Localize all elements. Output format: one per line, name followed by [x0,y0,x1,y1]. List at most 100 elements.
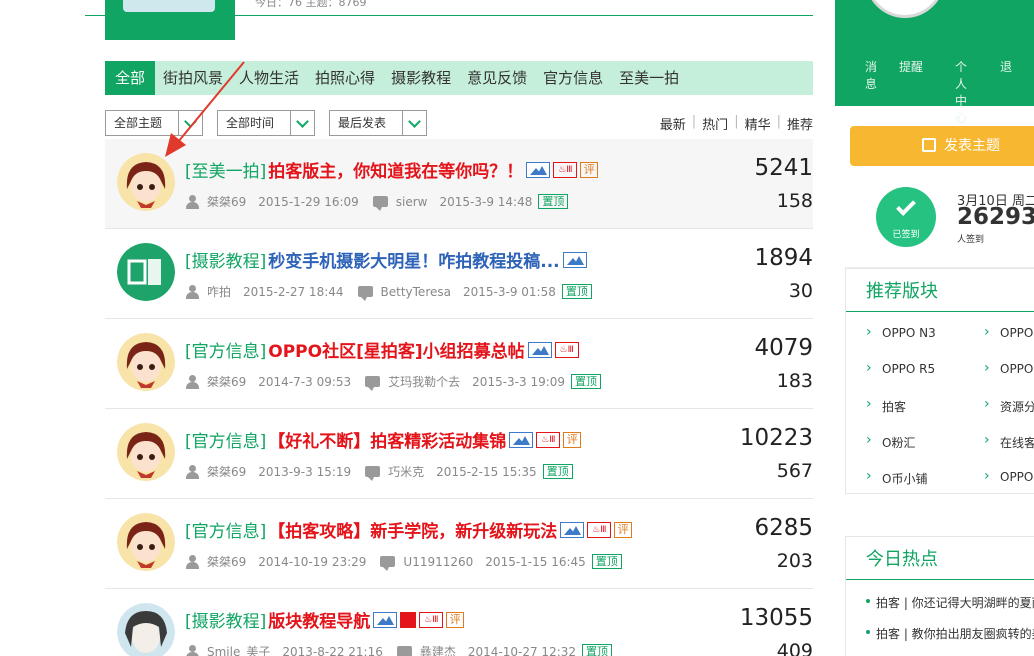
thread-row[interactable]: [摄影教程] 版块教程导航 ♨Ⅲ 评 Smile_美子 2013-8-22 21:16 彝建… [105,589,813,656]
thread-view-count: 6285 [754,515,813,541]
author-avatar[interactable] [117,603,175,656]
thread-last-user-link[interactable]: sierw [396,195,428,209]
thread-author-link[interactable]: 桀桀69 [207,553,246,570]
author-avatar[interactable] [117,153,175,211]
sign-in-box: 已签到 3月10日 周二 26293 人签到 [845,176,1034,268]
recommend-title: 推荐版块 [846,269,1034,312]
thread-row[interactable]: [官方信息] 【拍客攻略】新手学院，新升级新玩法 ♨Ⅲ 评桀桀69 2014-10-19… [105,499,813,589]
thread-last-user-link[interactable]: BettyTeresa [381,285,451,299]
thread-author-link[interactable]: 咋拍 [207,283,231,300]
thread-title-line: [至美一拍] 拍客版主，你知道我在等你吗？！ ♨Ⅲ 评 [185,157,599,182]
thread-last-user-link[interactable]: U11911260 [403,555,473,569]
thread-meta: 桀桀69 2014-7-3 09:53 艾玛我勒个去 2015-3-3 19:09 置顶 [185,373,602,391]
recommend-board-link[interactable]: OPPO R5 [866,360,935,376]
recommend-list: OPPO N3 OPPO OPPO R5 OPPO 拍客 资源分 O粉汇 在线客 O币小铺 OPP… [846,312,1034,486]
image-icon [373,611,398,628]
thread-last-time: 2015-3-9 14:48 [439,194,533,209]
hot-icon: ♨Ⅲ [554,341,579,358]
hot-panel: 今日热点 拍客 | 你还记得大明湖畔的夏雨 拍客 | 教你拍出朋友圈疯转的美 [845,536,1034,656]
recommend-board-link[interactable]: OPPO N3 [866,324,936,340]
thread-title-link[interactable]: 【好礼不断】拍客精彩活动集锦 [268,427,506,452]
comment-icon [396,646,412,656]
user-link-1[interactable]: 提醒 [899,58,933,126]
author-avatar[interactable] [117,513,175,571]
hot-icon: ♨Ⅲ [419,611,444,628]
edit-icon [922,138,936,152]
rating-icon: 评 [614,521,633,538]
signed-label: 已签到 [892,230,920,240]
thread-forum-link[interactable]: [至美一拍] [185,157,266,182]
thread-last-user-link[interactable]: 艾玛我勒个去 [388,373,460,390]
tab-4[interactable]: 摄影教程 [383,61,459,95]
recommend-board-link[interactable]: OPPO [984,360,1033,376]
hot-icon: ♨Ⅲ [553,161,578,178]
thread-reply-count: 30 [788,280,813,302]
thread-forum-link[interactable]: [官方信息] [185,517,266,542]
tab-7[interactable]: 至美一拍 [611,61,687,95]
comment-icon [380,556,396,571]
thread-title-link[interactable]: 拍客版主，你知道我在等你吗？！ [268,157,523,182]
rating-icon: 评 [580,161,599,178]
thread-forum-link[interactable]: [摄影教程] [185,247,266,272]
rating-icon: 评 [563,431,582,448]
recommend-board-link[interactable]: OPPO [984,324,1033,340]
thread-view-count: 4079 [754,335,813,361]
sign-count: 26293 [957,204,1034,230]
order-filter-select[interactable]: 最后发表 [329,110,427,136]
recommend-board-link[interactable]: O币小铺 [866,468,927,487]
thread-author-link[interactable]: 桀桀69 [207,373,246,390]
thread-forum-link[interactable]: [摄影教程] [185,607,266,632]
thread-last-user-link[interactable]: 彝建杰 [420,643,456,656]
recommend-board-link[interactable]: 拍客 [866,396,906,415]
user-link-2[interactable]: 个人中心 [955,58,978,126]
recommend-board-link[interactable]: 资源分 [984,396,1034,415]
author-avatar[interactable] [117,243,175,301]
sort-link-1[interactable]: 热门 [702,114,728,133]
thread-title-link[interactable]: 【拍客攻略】新手学院，新升级新玩法 [268,517,557,542]
tab-3[interactable]: 拍照心得 [307,61,383,95]
hot-topic-link[interactable]: 拍客 | 教你拍出朋友圈疯转的美 [846,625,1034,642]
sort-link-0[interactable]: 最新 [660,114,686,133]
thread-row[interactable]: [摄影教程] 秒变手机摄影大明星！咋拍教程投稿... 咋拍 2015-2-27 18:… [105,229,813,319]
thread-title-link[interactable]: 版块教程导航 [268,607,370,632]
author-avatar[interactable] [117,423,175,481]
tab-6[interactable]: 官方信息 [535,61,611,95]
sort-link-3[interactable]: 推荐 [787,114,813,133]
thumb-up-icon [400,611,417,628]
thread-forum-link[interactable]: [官方信息] [185,427,266,452]
user-link-3[interactable]: 退 [1000,58,1012,126]
thread-forum-link[interactable]: [官方信息] [185,337,266,362]
image-icon [562,251,587,268]
thread-author-link[interactable]: 桀桀69 [207,193,246,210]
thread-author-link[interactable]: Smile_美子 [207,643,270,656]
thread-reply-count: 158 [776,190,813,212]
user-link-0[interactable]: 消息 [865,58,877,126]
rating-icon: 评 [446,611,465,628]
user-icon [185,194,199,209]
thread-title-link[interactable]: OPPO社区[星拍客]小组招募总帖 [268,337,524,362]
sign-in-button[interactable]: 已签到 [876,187,936,247]
user-avatar[interactable] [865,0,945,18]
thread-meta: 桀桀69 2013-9-3 15:19 巧米克 2015-2-15 15:35 置顶 [185,463,573,481]
thread-meta: 桀桀69 2015-1-29 16:09 sierw 2015-3-9 14:48 置顶 [185,193,569,211]
thread-row[interactable]: [官方信息] 【好礼不断】拍客精彩活动集锦 ♨Ⅲ 评桀桀69 2013-9-3 15:1… [105,409,813,499]
thread-meta: 咋拍 2015-2-27 18:44 BettyTeresa 2015-3-9 01:… [185,283,592,301]
image-icon [560,521,585,538]
post-topic-button[interactable]: 发表主题 [850,126,1034,166]
image-icon [509,431,534,448]
recommend-board-link[interactable]: 在线客 [984,432,1034,451]
tab-5[interactable]: 意见反馈 [459,61,535,95]
comment-icon [372,196,388,211]
recommend-board-link[interactable]: OPPO [984,468,1033,484]
hot-topic-link[interactable]: 拍客 | 你还记得大明湖畔的夏雨 [846,594,1034,611]
chevron-down-icon [290,111,314,135]
thread-title-link[interactable]: 秒变手机摄影大明星！咋拍教程投稿... [268,247,559,272]
recommend-board-link[interactable]: O粉汇 [866,432,915,451]
thread-title-line: [摄影教程] 版块教程导航 ♨Ⅲ 评 [185,607,465,632]
thread-row[interactable]: [官方信息] OPPO社区[星拍客]小组招募总帖 ♨Ⅲ 桀桀69 2014-7-3 09… [105,319,813,409]
thread-last-user-link[interactable]: 巧米克 [388,463,424,480]
thread-author-link[interactable]: 桀桀69 [207,463,246,480]
board-stats: 今日：76 主题：8769 [255,0,367,9]
author-avatar[interactable] [117,333,175,391]
sort-link-2[interactable]: 精华 [745,114,771,133]
